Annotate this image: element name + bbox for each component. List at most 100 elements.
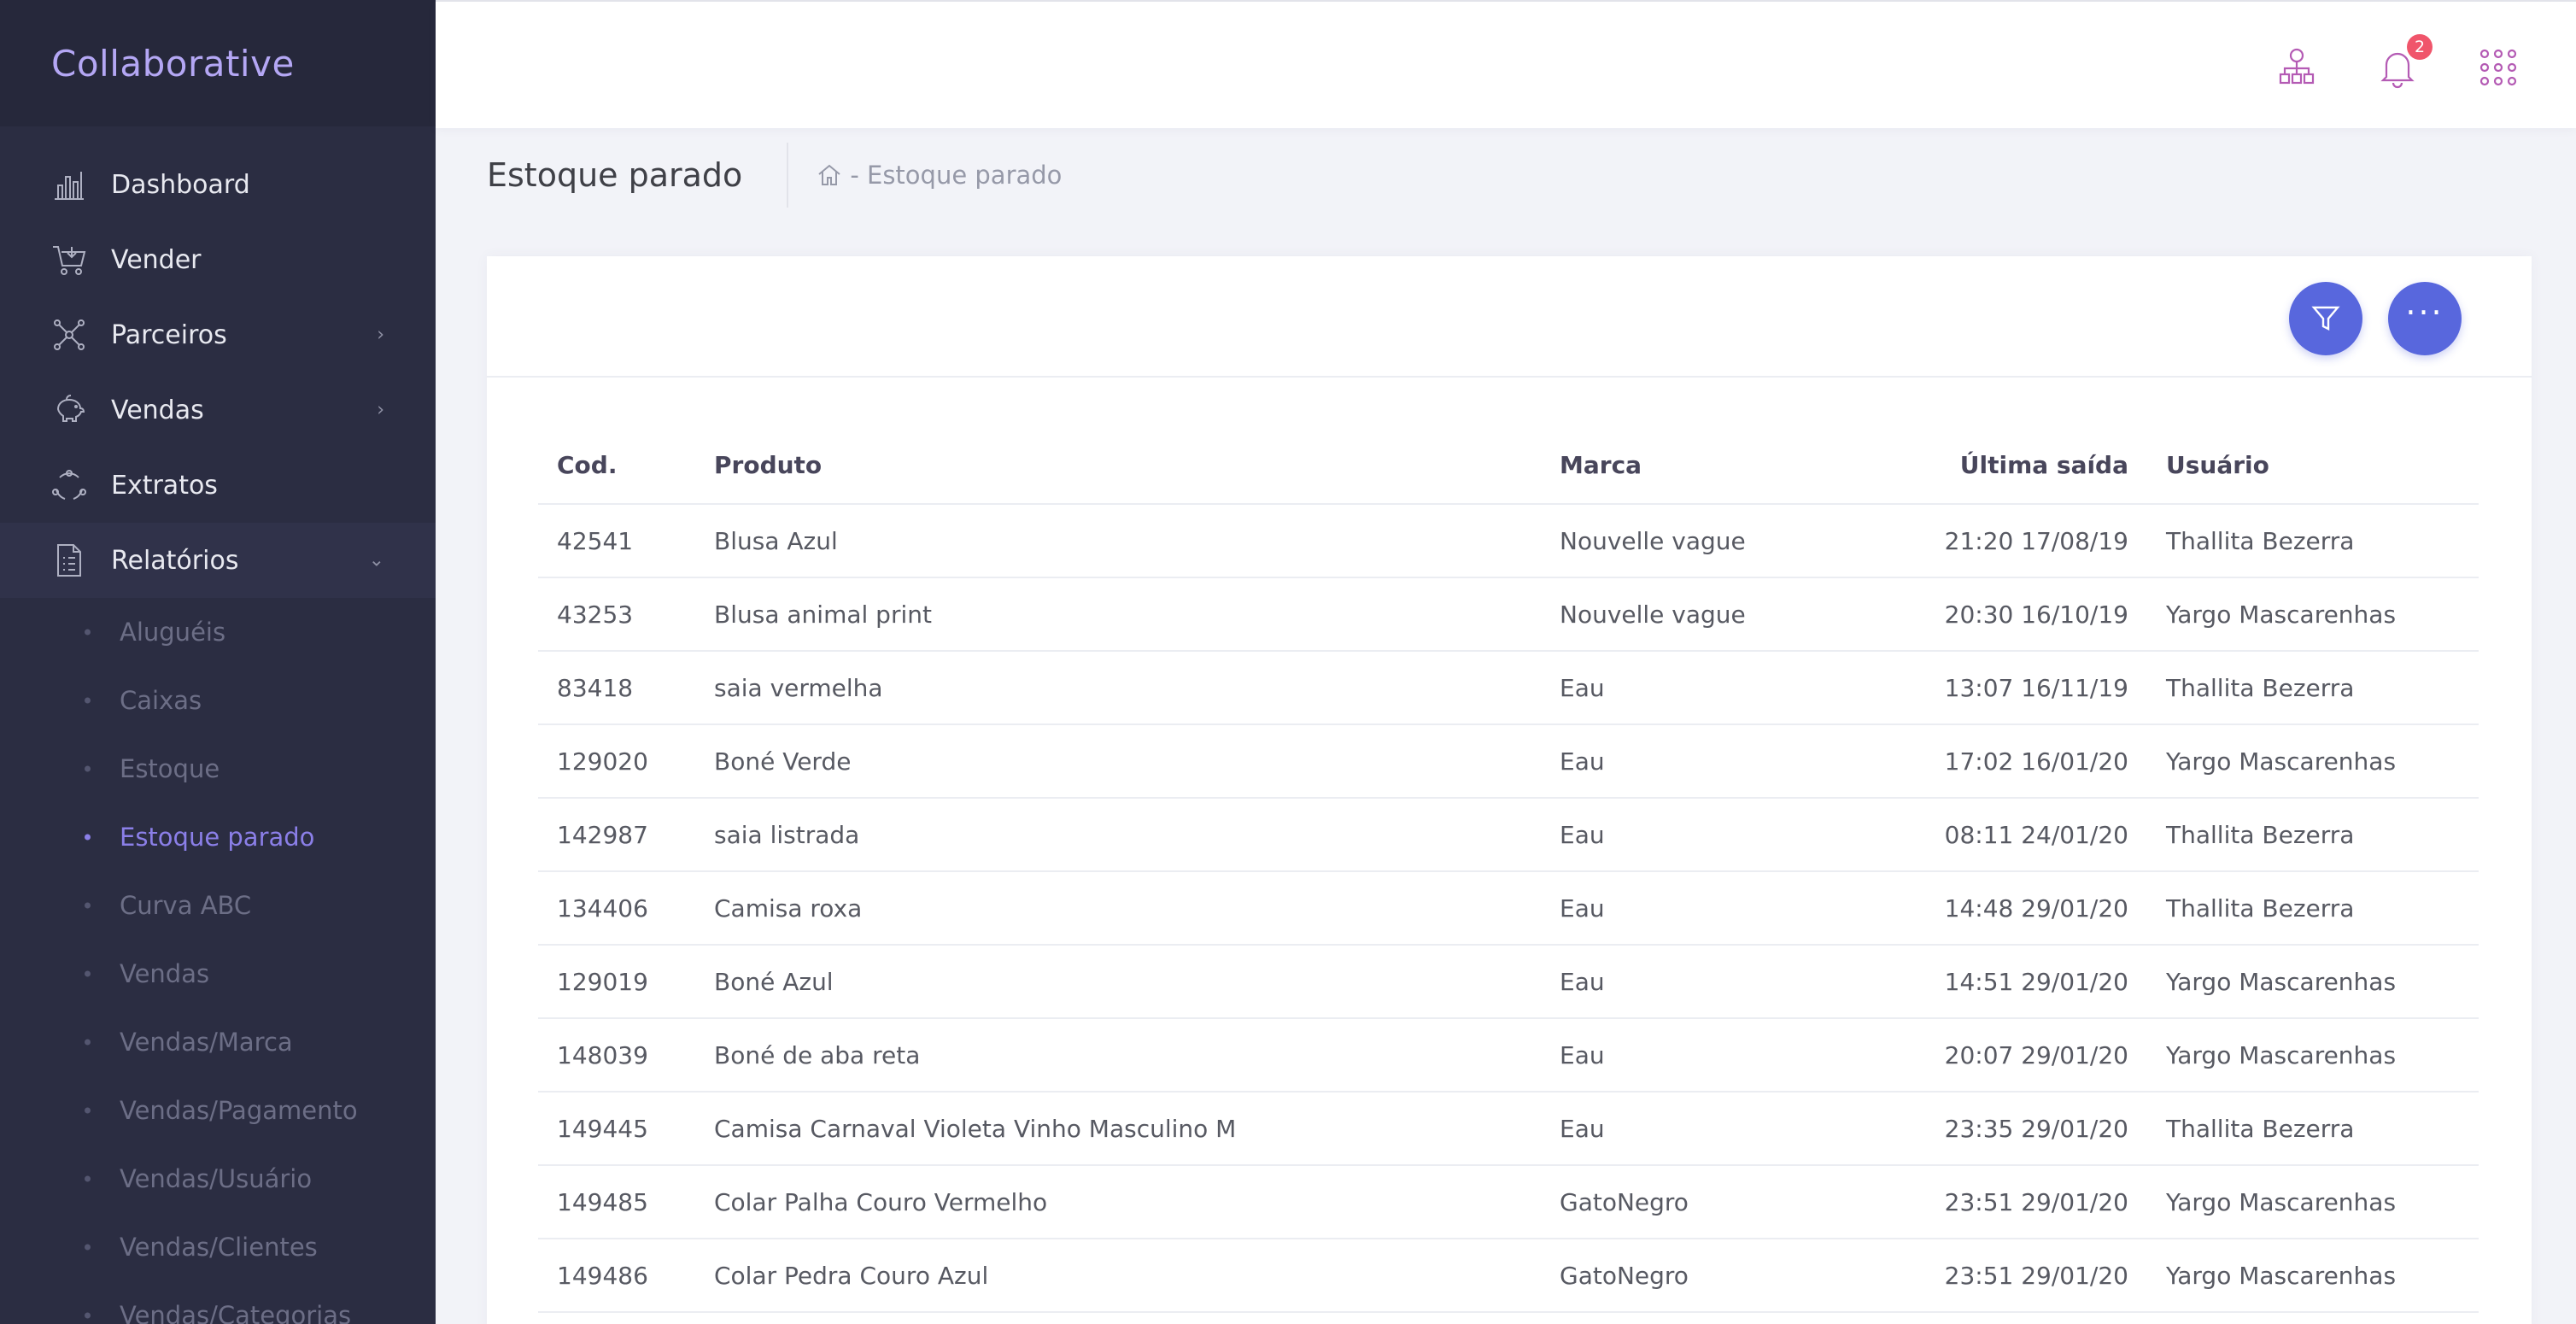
column-header-cod[interactable]: Cod. [538,427,695,505]
cell-usuario: Yargo Mascarenhas [2147,945,2479,1019]
org-chart-icon[interactable] [2274,44,2320,91]
cell-usuario: Thallita Bezerra [2147,1092,2479,1166]
cell-marca: Eau [1541,724,1908,799]
cell-marca: Nouvelle vague [1541,504,1908,578]
cell-cod: 83418 [538,651,695,725]
table-row[interactable]: 149486 Colar Pedra Couro Azul GatoNegro 23:… [538,1239,2479,1313]
bullet-icon [85,1244,91,1251]
cell-produto: Boné Verde [695,724,1541,799]
cell-ultima-saida: 14:51 29/01/20 [1908,945,2147,1019]
sidebar-item-label: Dashboard [111,169,250,200]
column-header-marca[interactable]: Marca [1541,427,1908,505]
cell-usuario: Yargo Mascarenhas [2147,1165,2479,1239]
cell-marca: Eau [1541,945,1908,1019]
cell-produto: Camisa roxa [695,871,1541,946]
bell-icon[interactable]: 2 [2374,34,2433,91]
cell-marca: Eau [1541,871,1908,946]
sidebar-subitem-curva-abc[interactable]: Curva ABC [0,871,436,940]
table-body: 42541 Blusa Azul Nouvelle vague 21:20 17/08… [538,504,2479,1313]
sidebar-subitem-estoque-parado[interactable]: Estoque parado [0,803,436,871]
table-row[interactable]: 149445 Camisa Carnaval Violeta Vinho Masc… [538,1092,2479,1166]
table-row[interactable]: 129020 Boné Verde Eau 17:02 16/01/20 Yargo M… [538,724,2479,799]
report-card: ··· Cod. Produto Marca Última saída Usuá… [487,256,2532,1324]
cell-usuario: Thallita Bezerra [2147,871,2479,946]
bullet-icon [85,1107,91,1114]
chevron-right-icon: › [377,399,384,421]
cell-cod: 129019 [538,945,695,1019]
network-icon [51,317,87,353]
cycle-icon [51,467,87,503]
cell-produto: Blusa Azul [695,504,1541,578]
bullet-icon [85,1175,91,1182]
cell-cod: 142987 [538,798,695,872]
apps-grid-icon[interactable] [2475,44,2521,91]
sidebar-item-vender[interactable]: Vender [0,222,436,297]
sidebar-item-parceiros[interactable]: Parceiros › [0,297,436,372]
cell-usuario: Thallita Bezerra [2147,798,2479,872]
filter-icon [2311,306,2340,331]
table-row[interactable]: 42541 Blusa Azul Nouvelle vague 21:20 17/08… [538,504,2479,578]
sidebar-subitem-vendas-pagamento[interactable]: Vendas/Pagamento [0,1076,436,1145]
sidebar-item-extratos[interactable]: Extratos [0,448,436,523]
bullet-icon [85,1312,91,1319]
sidebar-subitem-caixas[interactable]: Caixas [0,666,436,735]
cell-produto: Camisa Carnaval Violeta Vinho Masculino … [695,1092,1541,1166]
cart-icon [51,242,87,278]
brand-logo[interactable]: Collaborative [0,0,436,126]
sidebar-menu: Dashboard Vender Parceiros › Vendas › Ex… [0,126,436,1324]
cell-marca: Eau [1541,1018,1908,1093]
sidebar-subitem-vendas-marca[interactable]: Vendas/Marca [0,1008,436,1076]
sidebar-item-dashboard[interactable]: Dashboard [0,147,436,222]
table-row[interactable]: 134406 Camisa roxa Eau 14:48 29/01/20 Thalli… [538,871,2479,946]
sidebar-subitem-alugueis[interactable]: Aluguéis [0,598,436,666]
sidebar-item-relatorios[interactable]: Relatórios ⌄ [0,523,436,598]
cell-produto: Boné Azul [695,945,1541,1019]
table-header-row: Cod. Produto Marca Última saída Usuário [538,427,2479,505]
cell-ultima-saida: 23:51 29/01/20 [1908,1239,2147,1313]
cell-ultima-saida: 23:35 29/01/20 [1908,1092,2147,1166]
home-icon[interactable] [816,161,843,189]
table-row[interactable]: 149485 Colar Palha Couro Vermelho GatoNegr… [538,1165,2479,1239]
column-header-usuario[interactable]: Usuário [2147,427,2479,505]
cell-usuario: Thallita Bezerra [2147,504,2479,578]
cell-cod: 129020 [538,724,695,799]
more-options-button[interactable]: ··· [2388,282,2462,355]
cell-ultima-saida: 20:07 29/01/20 [1908,1018,2147,1093]
cell-produto: saia listrada [695,798,1541,872]
table-row[interactable]: 148039 Boné de aba reta Eau 20:07 29/01/20 Y… [538,1018,2479,1093]
table-row[interactable]: 142987 saia listrada Eau 08:11 24/01/20 Thal… [538,798,2479,872]
sidebar-subitem-vendas-clientes[interactable]: Vendas/Clientes [0,1213,436,1281]
cell-cod: 149486 [538,1239,695,1313]
column-header-ultima-saida[interactable]: Última saída [1908,427,2147,505]
sidebar-subitem-estoque[interactable]: Estoque [0,735,436,803]
sidebar-item-label: Relatórios [111,545,239,576]
sidebar-item-label: Vender [111,244,202,275]
brand-name: Collaborative [51,42,295,85]
cell-cod: 134406 [538,871,695,946]
bullet-icon [85,1039,91,1046]
bullet-icon [85,834,91,841]
cell-marca: Eau [1541,798,1908,872]
more-icon: ··· [2405,294,2444,331]
piggy-bank-icon [51,392,87,428]
filter-button[interactable] [2289,282,2362,355]
column-header-produto[interactable]: Produto [695,427,1541,505]
cell-ultima-saida: 14:48 29/01/20 [1908,871,2147,946]
cell-ultima-saida: 13:07 16/11/19 [1908,651,2147,725]
table-row[interactable]: 43253 Blusa animal print Nouvelle vague 20:… [538,577,2479,652]
breadcrumb-current[interactable]: - Estoque parado [850,161,1062,190]
sidebar-item-vendas[interactable]: Vendas › [0,372,436,448]
sidebar-subitem-vendas-categorias[interactable]: Vendas/Categorias [0,1281,436,1324]
cell-cod: 149485 [538,1165,695,1239]
cell-produto: saia vermelha [695,651,1541,725]
cell-marca: Nouvelle vague [1541,577,1908,652]
sidebar-subitem-vendas[interactable]: Vendas [0,940,436,1008]
cell-ultima-saida: 17:02 16/01/20 [1908,724,2147,799]
sidebar-subitem-vendas-usuario[interactable]: Vendas/Usuário [0,1145,436,1213]
cell-cod: 149445 [538,1092,695,1166]
table-row[interactable]: 129019 Boné Azul Eau 14:51 29/01/20 Yargo Ma… [538,945,2479,1019]
table-row[interactable]: 83418 saia vermelha Eau 13:07 16/11/19 Thall… [538,651,2479,725]
sidebar-item-label: Vendas [111,395,204,425]
cell-produto: Blusa animal print [695,577,1541,652]
sidebar: Collaborative Dashboard Vender Parceiros… [0,0,436,1324]
